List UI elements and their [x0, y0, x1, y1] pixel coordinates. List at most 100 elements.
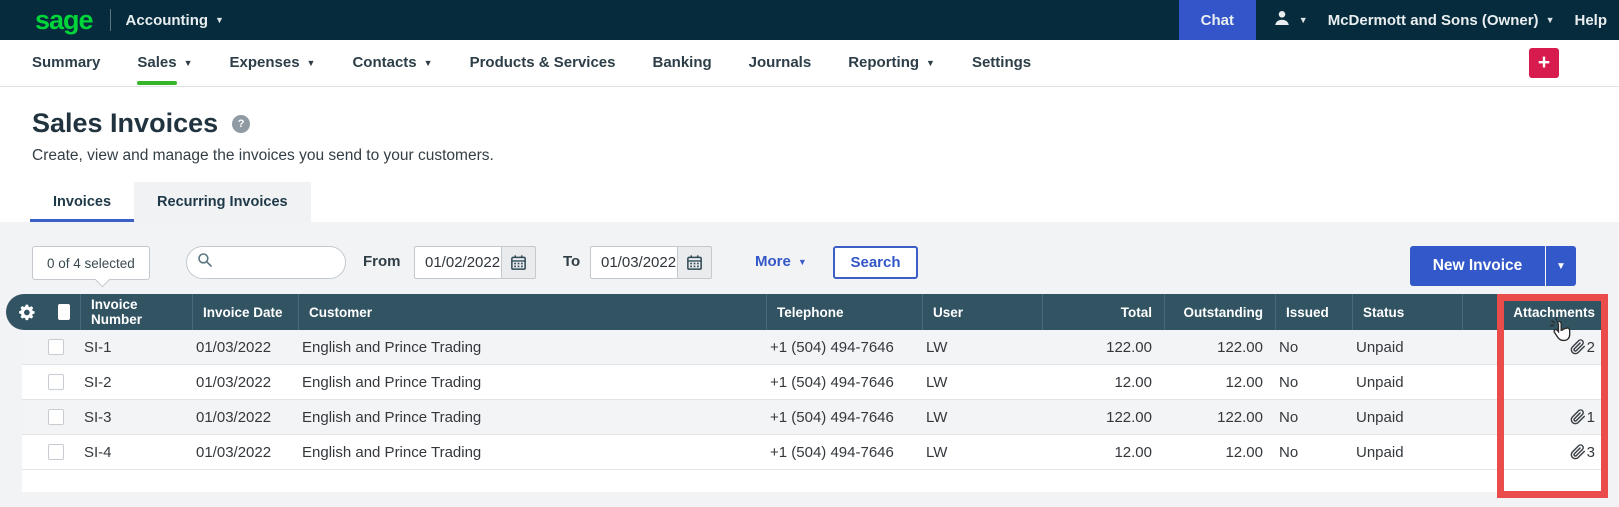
cell-status: Unpaid	[1352, 339, 1462, 356]
topbar-divider	[110, 9, 111, 31]
cell-attachments[interactable]: 1	[1462, 409, 1607, 426]
cell-telephone: +1 (504) 494-7646	[766, 409, 922, 426]
table-row[interactable]: SI-1 01/03/2022 English and Prince Tradi…	[22, 330, 1607, 365]
cell-attachments[interactable]: 2	[1462, 339, 1607, 356]
cell-outstanding: 12.00	[1164, 374, 1275, 391]
nav-item-banking[interactable]: Banking	[652, 54, 711, 73]
table-header: Invoice Number Invoice Date Customer Tel…	[6, 294, 1607, 330]
chevron-down-icon: ▼	[1556, 261, 1566, 272]
nav-item-expenses[interactable]: Expenses▼	[230, 54, 316, 73]
cell-issued: No	[1275, 444, 1352, 461]
cell-total: 122.00	[1042, 409, 1164, 426]
help-link[interactable]: Help	[1574, 12, 1607, 29]
column-header-attachments[interactable]: Attachments	[1462, 294, 1607, 330]
column-header-outstanding[interactable]: Outstanding	[1164, 294, 1275, 330]
table-bottom-area	[22, 470, 1607, 492]
nav-item-reporting[interactable]: Reporting▼	[848, 54, 935, 73]
cell-outstanding: 12.00	[1164, 444, 1275, 461]
table-row[interactable]: SI-3 01/03/2022 English and Prince Tradi…	[22, 400, 1607, 435]
cell-issued: No	[1275, 374, 1352, 391]
tab-bar: Invoices Recurring Invoices	[30, 182, 311, 222]
column-header-invoice-number[interactable]: Invoice Number	[80, 294, 192, 330]
cell-customer: English and Prince Trading	[298, 339, 766, 356]
new-invoice-button[interactable]: New Invoice	[1410, 246, 1545, 286]
table-row[interactable]: SI-4 01/03/2022 English and Prince Tradi…	[22, 435, 1607, 470]
row-checkbox[interactable]	[22, 339, 80, 355]
chevron-down-icon: ▼	[424, 58, 433, 68]
sage-logo: sage	[35, 2, 93, 38]
new-invoice-dropdown-button[interactable]: ▼	[1546, 246, 1576, 286]
table-row[interactable]: SI-2 01/03/2022 English and Prince Tradi…	[22, 365, 1607, 400]
column-settings-button[interactable]	[6, 303, 48, 322]
from-calendar-button[interactable]	[502, 246, 536, 279]
attachment-count: 3	[1587, 444, 1595, 461]
account-label: McDermott and Sons (Owner)	[1328, 12, 1539, 29]
column-header-invoice-date[interactable]: Invoice Date	[192, 294, 298, 330]
nav-item-journals[interactable]: Journals	[749, 54, 812, 73]
gear-icon	[18, 303, 37, 322]
select-all-checkbox[interactable]	[48, 294, 80, 330]
new-invoice-split-button: New Invoice ▼	[1410, 246, 1576, 286]
more-filters-button[interactable]: More ▼	[755, 253, 807, 270]
column-header-status[interactable]: Status	[1352, 294, 1462, 330]
nav-item-contacts[interactable]: Contacts▼	[352, 54, 432, 73]
cell-telephone: +1 (504) 494-7646	[766, 339, 922, 356]
user-icon	[1272, 8, 1292, 33]
tab-recurring-invoices[interactable]: Recurring Invoices	[134, 182, 311, 222]
chevron-down-icon: ▼	[926, 58, 935, 68]
selection-summary: 0 of 4 selected	[32, 246, 150, 280]
cell-total: 122.00	[1042, 339, 1164, 356]
cell-telephone: +1 (504) 494-7646	[766, 444, 922, 461]
account-menu[interactable]: McDermott and Sons (Owner) ▼	[1328, 12, 1555, 29]
chevron-down-icon: ▼	[1299, 15, 1308, 25]
main-nav: Summary Sales▼ Expenses▼ Contacts▼ Produ…	[0, 40, 1619, 87]
calendar-icon	[510, 254, 527, 271]
cell-invoice-number: SI-3	[80, 409, 192, 426]
to-label: To	[563, 253, 580, 270]
cell-customer: English and Prince Trading	[298, 409, 766, 426]
to-calendar-button[interactable]	[678, 246, 712, 279]
to-date-input[interactable]	[590, 246, 678, 279]
from-date-input[interactable]	[414, 246, 502, 279]
user-menu[interactable]: ▼	[1272, 8, 1308, 33]
cell-attachments[interactable]: 3	[1462, 444, 1607, 461]
column-header-total[interactable]: Total	[1042, 294, 1164, 330]
cell-invoice-number: SI-1	[80, 339, 192, 356]
paperclip-icon	[1570, 409, 1586, 425]
calendar-icon	[686, 254, 703, 271]
from-label: From	[363, 253, 401, 270]
attachment-count: 2	[1587, 339, 1595, 356]
cell-invoice-date: 01/03/2022	[192, 339, 298, 356]
product-switcher[interactable]: Accounting ▼	[126, 12, 224, 29]
paperclip-icon	[1570, 444, 1586, 460]
column-header-telephone[interactable]: Telephone	[766, 294, 922, 330]
nav-item-settings[interactable]: Settings	[972, 54, 1031, 73]
column-header-issued[interactable]: Issued	[1275, 294, 1352, 330]
cell-telephone: +1 (504) 494-7646	[766, 374, 922, 391]
cell-status: Unpaid	[1352, 374, 1462, 391]
page-help-icon[interactable]: ?	[232, 115, 250, 133]
to-date-group	[590, 246, 712, 279]
cell-invoice-date: 01/03/2022	[192, 409, 298, 426]
column-header-customer[interactable]: Customer	[298, 294, 766, 330]
chat-button[interactable]: Chat	[1179, 0, 1256, 40]
cell-user: LW	[922, 409, 1042, 426]
row-checkbox[interactable]	[22, 444, 80, 460]
cell-user: LW	[922, 444, 1042, 461]
search-button[interactable]: Search	[833, 246, 918, 279]
column-header-user[interactable]: User	[922, 294, 1042, 330]
row-checkbox[interactable]	[22, 409, 80, 425]
nav-item-sales[interactable]: Sales▼	[137, 54, 192, 73]
table-body: SI-1 01/03/2022 English and Prince Tradi…	[22, 330, 1607, 470]
quick-add-button[interactable]: +	[1529, 48, 1559, 78]
nav-item-summary[interactable]: Summary	[32, 54, 100, 73]
cell-user: LW	[922, 339, 1042, 356]
row-checkbox[interactable]	[22, 374, 80, 390]
page-title: Sales Invoices ?	[32, 108, 250, 139]
cell-invoice-number: SI-2	[80, 374, 192, 391]
cell-invoice-date: 01/03/2022	[192, 444, 298, 461]
tab-invoices[interactable]: Invoices	[30, 182, 134, 222]
cell-status: Unpaid	[1352, 444, 1462, 461]
search-box	[186, 246, 346, 279]
nav-item-products-services[interactable]: Products & Services	[470, 54, 616, 73]
